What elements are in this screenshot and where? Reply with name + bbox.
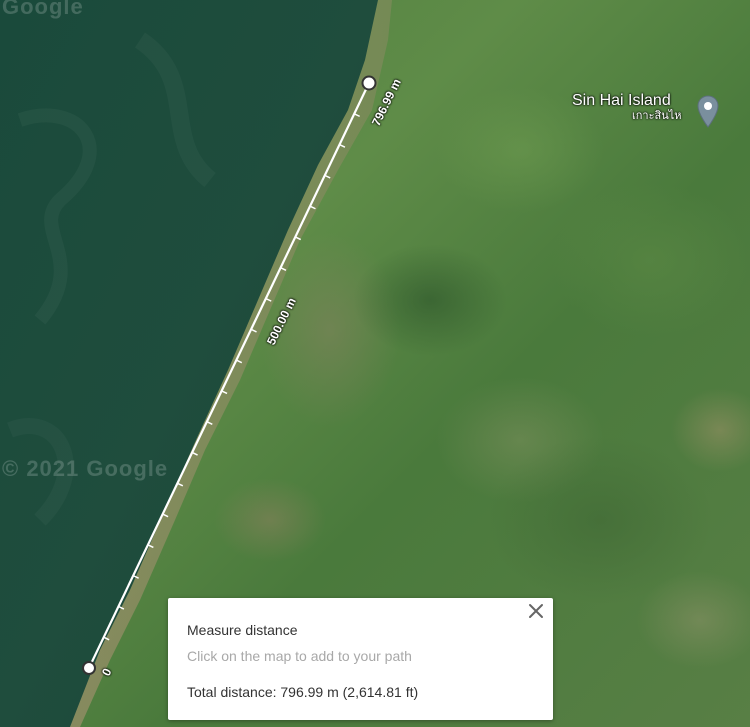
measure-tick	[132, 574, 139, 579]
measure-line	[88, 82, 370, 669]
measure-tick	[339, 143, 346, 148]
measure-end-point[interactable]	[361, 75, 377, 91]
measure-tick	[353, 113, 360, 118]
measure-tick	[280, 267, 287, 272]
panel-title: Measure distance	[187, 622, 298, 638]
measure-tick	[221, 390, 228, 395]
measure-tick	[324, 174, 331, 179]
measure-tick	[162, 513, 169, 518]
measure-distance-panel: Measure distance Click on the map to add…	[168, 598, 553, 720]
measure-tick	[309, 205, 316, 210]
measure-tick	[118, 605, 125, 610]
measure-tick	[236, 359, 243, 364]
measure-ticks	[103, 113, 360, 641]
measure-tick	[294, 236, 302, 241]
total-distance: Total distance: 796.99 m (2,614.81 ft)	[187, 684, 419, 700]
measure-tick	[265, 297, 272, 302]
panel-hint: Click on the map to add to your path	[187, 648, 412, 664]
measure-tick	[147, 544, 154, 549]
close-icon[interactable]	[525, 600, 547, 622]
measure-tick	[103, 636, 110, 641]
measure-tick	[206, 421, 213, 425]
measure-tick	[177, 482, 184, 487]
measure-tick	[191, 451, 198, 456]
measure-tick	[250, 328, 257, 333]
